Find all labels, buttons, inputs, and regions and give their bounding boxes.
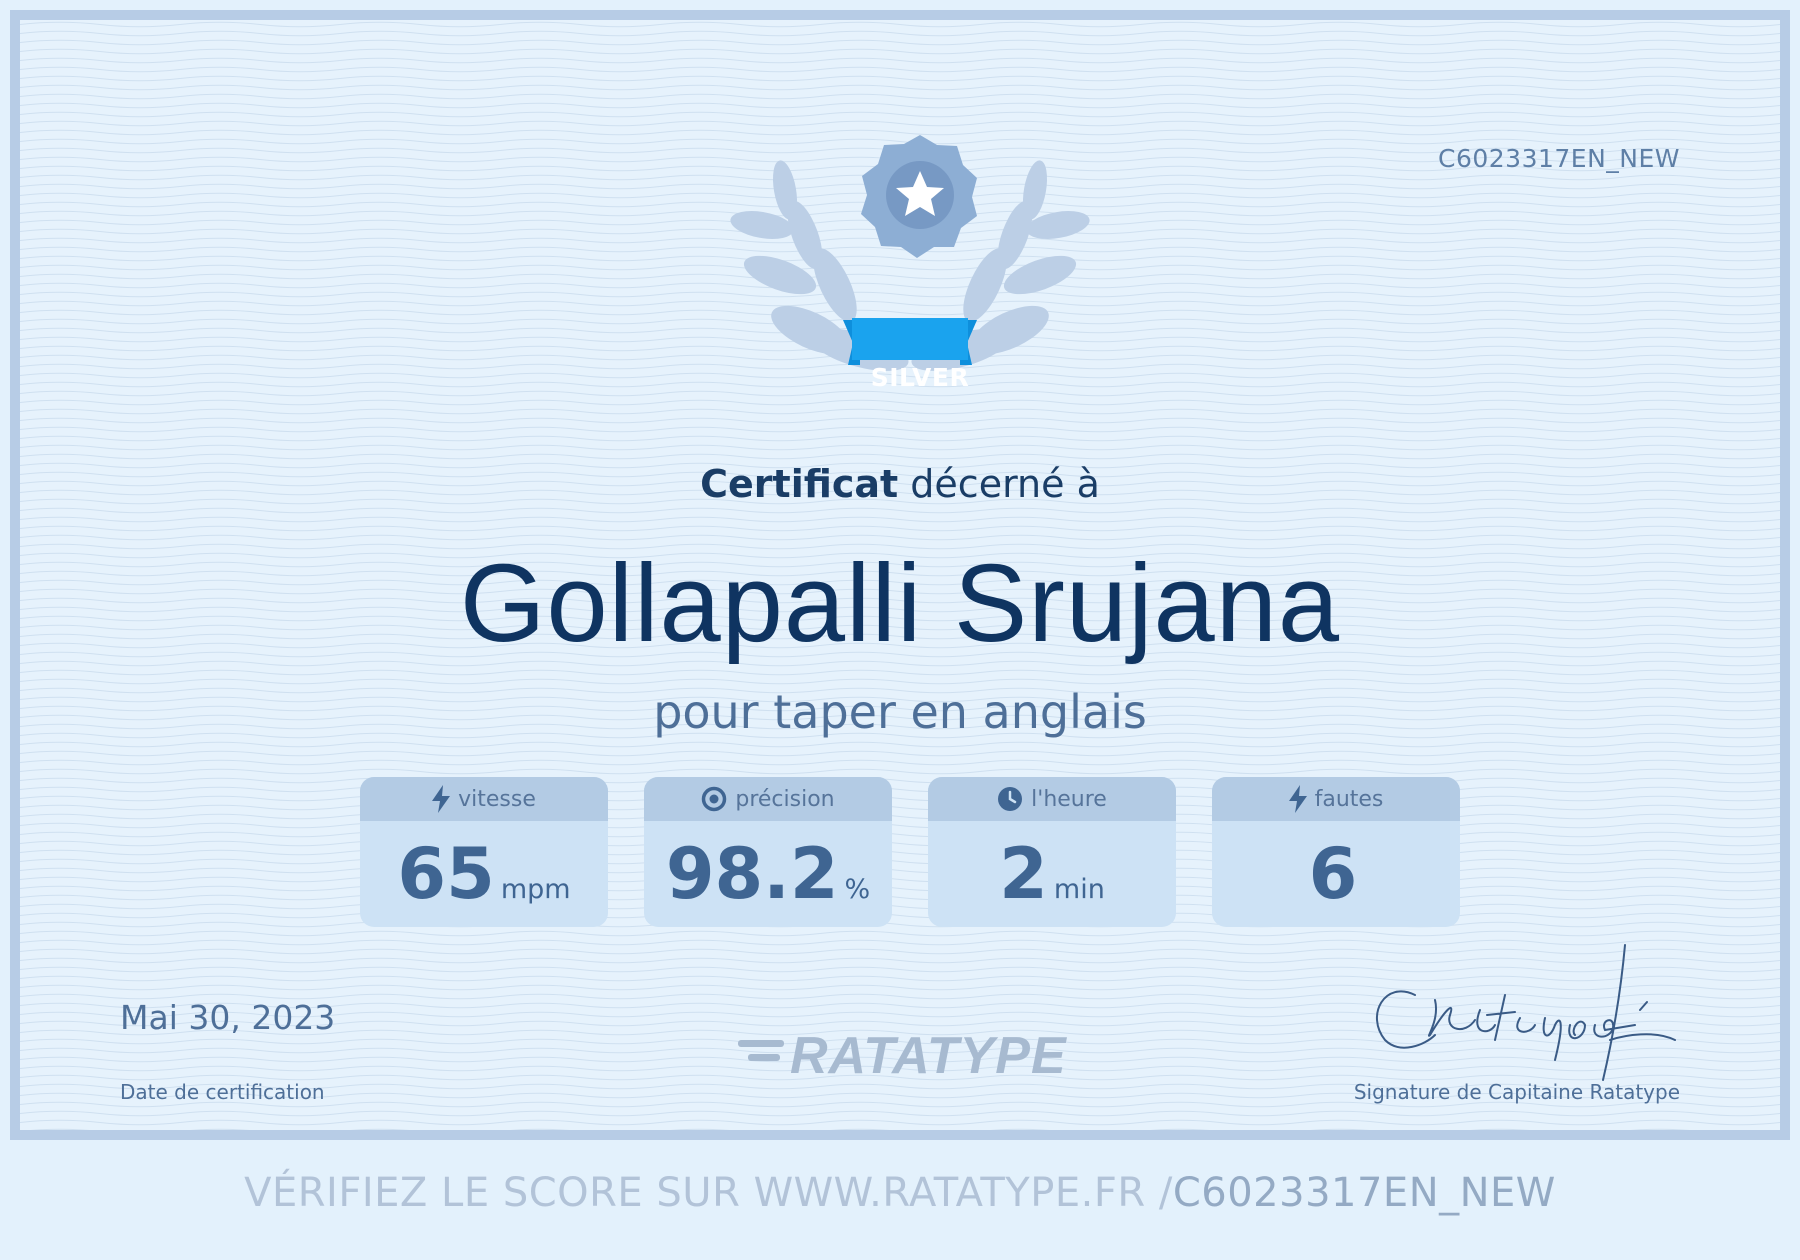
stat-errors: fautes 6 <box>1212 777 1460 927</box>
lightning-icon <box>432 785 451 813</box>
heading-rest: décerné à <box>898 462 1100 506</box>
heading-bold: Certificat <box>700 462 899 506</box>
ratatype-logo: RATATYPE <box>790 1027 1067 1085</box>
verify-score-text: VÉRIFIEZ LE SCORE SUR WWW.RATATYPE.FR /C… <box>0 1170 1800 1216</box>
stat-speed: vitesse 65 mpm <box>360 777 608 927</box>
verify-code: C6023317EN_NEW <box>1172 1170 1556 1216</box>
certification-date: Mai 30, 2023 <box>120 998 336 1037</box>
stat-value: 6 <box>1308 833 1358 915</box>
stat-value: 2 <box>999 833 1048 915</box>
clock-icon <box>998 787 1023 811</box>
stat-unit: mpm <box>500 874 571 905</box>
stat-body: 2 min <box>928 821 1176 927</box>
stat-header: vitesse <box>360 777 608 821</box>
recipient-name: Gollapalli Srujana <box>459 542 1341 665</box>
stat-body: 98.2 % <box>644 821 892 927</box>
certificate-subtitle: pour taper en anglais <box>653 685 1147 739</box>
certificate-id: C6023317EN_NEW <box>1437 144 1680 173</box>
stats-row: vitesse 65 mpm précision 98.2 % l'heure <box>360 777 1460 927</box>
stat-unit: % <box>844 874 871 905</box>
certificate-heading: Certificat décerné à <box>20 462 1780 506</box>
stat-label: précision <box>735 786 835 812</box>
target-icon <box>702 786 727 812</box>
stat-value: 65 <box>397 833 495 915</box>
stat-header: l'heure <box>928 777 1176 821</box>
certification-date-label: Date de certification <box>120 1080 325 1104</box>
badge-level: SILVER <box>870 363 970 392</box>
stat-accuracy: précision 98.2 % <box>644 777 892 927</box>
stat-label: l'heure <box>1031 786 1107 812</box>
stat-time: l'heure 2 min <box>928 777 1176 927</box>
verify-prefix: VÉRIFIEZ LE SCORE SUR WWW.RATATYPE.FR / <box>244 1170 1173 1216</box>
stat-label: vitesse <box>458 786 536 812</box>
signature-label: Signature de Capitaine Ratatype <box>1353 1080 1680 1104</box>
stat-header: fautes <box>1212 777 1460 821</box>
stat-value: 98.2 <box>665 833 839 915</box>
stat-header: précision <box>644 777 892 821</box>
stat-body: 65 mpm <box>360 821 608 927</box>
lightning-icon <box>1288 785 1307 813</box>
certificate-frame: C6023317EN_NEW SILVER Certificat décerné… <box>10 10 1790 1140</box>
stat-label: fautes <box>1314 786 1384 812</box>
stat-unit: min <box>1053 874 1105 905</box>
stat-body: 6 <box>1212 821 1460 927</box>
